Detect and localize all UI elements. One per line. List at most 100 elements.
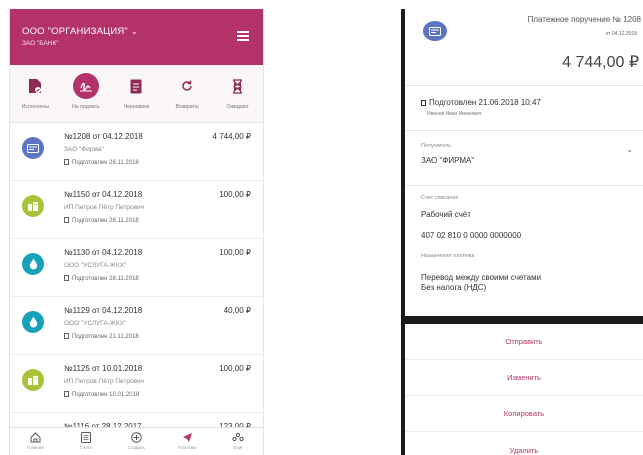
doc-party: ООО "УСЛУГА-ЖКХ" [64,262,127,269]
doc-number: №1208 от 04.12.2018 [64,132,143,141]
list-item[interactable]: №1125 от 10.01.2018 100,00 ₽ ИП Петров П… [10,355,263,413]
water-drop-icon [22,311,44,333]
nav-label: Главная [26,445,44,450]
org-name: ООО "ОРГАНИЗАЦИЯ" [22,26,129,37]
nav-more[interactable]: Ещё [212,428,263,455]
doc-status-text: Подготовлен 10.01.2018 [72,392,140,398]
account-name: Рабочий счёт [421,210,471,219]
water-drop-icon [22,253,44,275]
doc-status: Подготовлен 21.11.2018 [64,333,139,340]
doc-amount: 100,00 ₽ [219,190,251,199]
nav-label: Ещё [233,445,243,450]
doc-status-text: Подготовлен 28.11.2018 [72,218,139,224]
divider [405,185,643,186]
tab-drafts[interactable]: Черновики [111,65,162,122]
document-details: Платежное поручение № 1208 от 04.12.2018… [405,9,643,316]
tab-waiting[interactable]: Ожидают [212,65,263,122]
doc-status: Подготовлен 28.11.2018 [64,217,139,224]
doc-amount: 4 744,00 ₽ [212,132,251,141]
file-icon [64,333,69,339]
tab-label: Черновики [123,104,150,110]
app-header: ООО "ОРГАНИЗАЦИЯ" ⌄ ЗАО "БАНК" [10,9,263,65]
doc-status-text: Подготовлен 28.11.2018 [72,160,139,166]
document-amount: 4 744,00 ₽ [562,54,639,71]
filter-menu-icon[interactable] [237,31,249,43]
bank-name: ЗАО "БАНК" [22,40,59,47]
doc-status: Подготовлен 28.11.2018 [64,275,139,282]
nav-accounts[interactable]: Счета [61,428,112,455]
account-label: Счет списания [421,195,459,201]
signer-name: Иванов Иван Иванович [427,111,482,117]
documents-list: №1208 от 04.12.2018 4 744,00 ₽ ЗАО "Фирм… [10,123,263,455]
doc-number: №1130 от 04.12.2018 [64,248,143,257]
tab-executed[interactable]: Исполнены [10,65,61,122]
doc-status-text: Подготовлен 21.11.2018 [72,334,139,340]
purpose-text: Перевод между своими счетами Без налога … [421,273,541,293]
send-button[interactable]: Отправить [405,324,643,360]
doc-number: №1150 от 04.12.2018 [64,190,143,199]
tab-label: На подпись [72,104,100,110]
file-icon [64,391,69,397]
nav-payments[interactable]: Платежи [162,428,213,455]
list-item[interactable]: №1208 от 04.12.2018 4 744,00 ₽ ЗАО "Фирм… [10,123,263,181]
doc-status-text: Подготовлен 28.11.2018 [72,276,139,282]
list-item[interactable]: №1130 от 04.12.2018 100,00 ₽ ООО "УСЛУГА… [10,239,263,297]
bottom-navigation: Главная Счета Создать Платежи Ещё [10,427,263,455]
org-selector[interactable]: ООО "ОРГАНИЗАЦИЯ" ⌄ [22,26,263,37]
plus-circle-icon [131,432,142,443]
file-icon [64,159,69,165]
documents-list-screen: ООО "ОРГАНИЗАЦИЯ" ⌄ ЗАО "БАНК" Исполнены … [9,9,264,455]
purpose-line: Без налога (НДС) [421,283,487,292]
payment-card-icon [22,137,44,159]
recipient-label: Получатель [421,143,452,149]
tab-returns[interactable]: Возвраты [162,65,213,122]
hourglass-icon [225,73,251,99]
doc-party: ООО "УСЛУГА-ЖКХ" [64,320,127,327]
signature-icon [72,73,99,99]
document-status: Подготовлен 21.06.2018 10:47 [421,98,541,107]
tab-to-sign[interactable]: На подпись [61,65,112,122]
document-list-icon [80,432,91,443]
doc-status: Подготовлен 10.01.2018 [64,391,139,398]
document-icon [123,73,149,99]
nav-create[interactable]: Создать [111,428,162,455]
edit-button[interactable]: Изменить [405,360,643,396]
delete-button[interactable]: Удалить [405,432,643,455]
doc-number: №1125 от 10.01.2018 [64,364,143,373]
document-detail-screen: Платежное поручение № 1208 от 04.12.2018… [401,9,643,455]
doc-amount: 40,00 ₽ [223,306,251,315]
account-number: 407 02 810 0 0000 0000000 [421,231,522,240]
divider [405,130,643,131]
screenshot-stage: ООО "ОРГАНИЗАЦИЯ" ⌄ ЗАО "БАНК" Исполнены … [0,0,643,455]
file-icon [421,100,426,106]
send-icon [182,433,192,442]
purpose-line: Перевод между своими счетами [421,273,542,282]
copy-button[interactable]: Копировать [405,396,643,432]
tab-label: Возвраты [175,104,199,110]
doc-number: №1129 от 04.12.2018 [64,306,143,315]
doc-party: ИП Петров Пётр Петрович [64,378,145,385]
document-status-text: Подготовлен 21.06.2018 10:47 [429,98,541,107]
document-type: Платежное поручение № 1208 [527,15,641,24]
chevron-down-icon: ⌄ [131,27,138,36]
tab-label: Ожидают [226,104,249,110]
recipient-value[interactable]: ЗАО "ФИРМА" [421,156,474,165]
document-check-icon [22,73,48,99]
action-sheet: Отправить Изменить Копировать Удалить [405,324,643,455]
nav-label: Создать [127,445,146,450]
file-icon [64,217,69,223]
doc-party: ЗАО "Фирма" [64,146,104,153]
divider [405,85,643,86]
chevron-down-icon[interactable]: ⌄ [626,145,633,154]
list-item[interactable]: №1129 от 04.12.2018 40,00 ₽ ООО "УСЛУГА-… [10,297,263,355]
file-icon [64,275,69,281]
budget-icon [22,195,44,217]
document-date: от 04.12.2018 [605,31,637,37]
payment-card-icon [423,21,447,41]
list-item[interactable]: №1150 от 04.12.2018 100,00 ₽ ИП Петров П… [10,181,263,239]
doc-status: Подготовлен 28.11.2018 [64,159,139,166]
doc-amount: 100,00 ₽ [219,364,251,373]
doc-amount: 100,00 ₽ [219,248,251,257]
nav-home[interactable]: Главная [10,428,61,455]
tab-label: Исполнены [21,104,49,110]
